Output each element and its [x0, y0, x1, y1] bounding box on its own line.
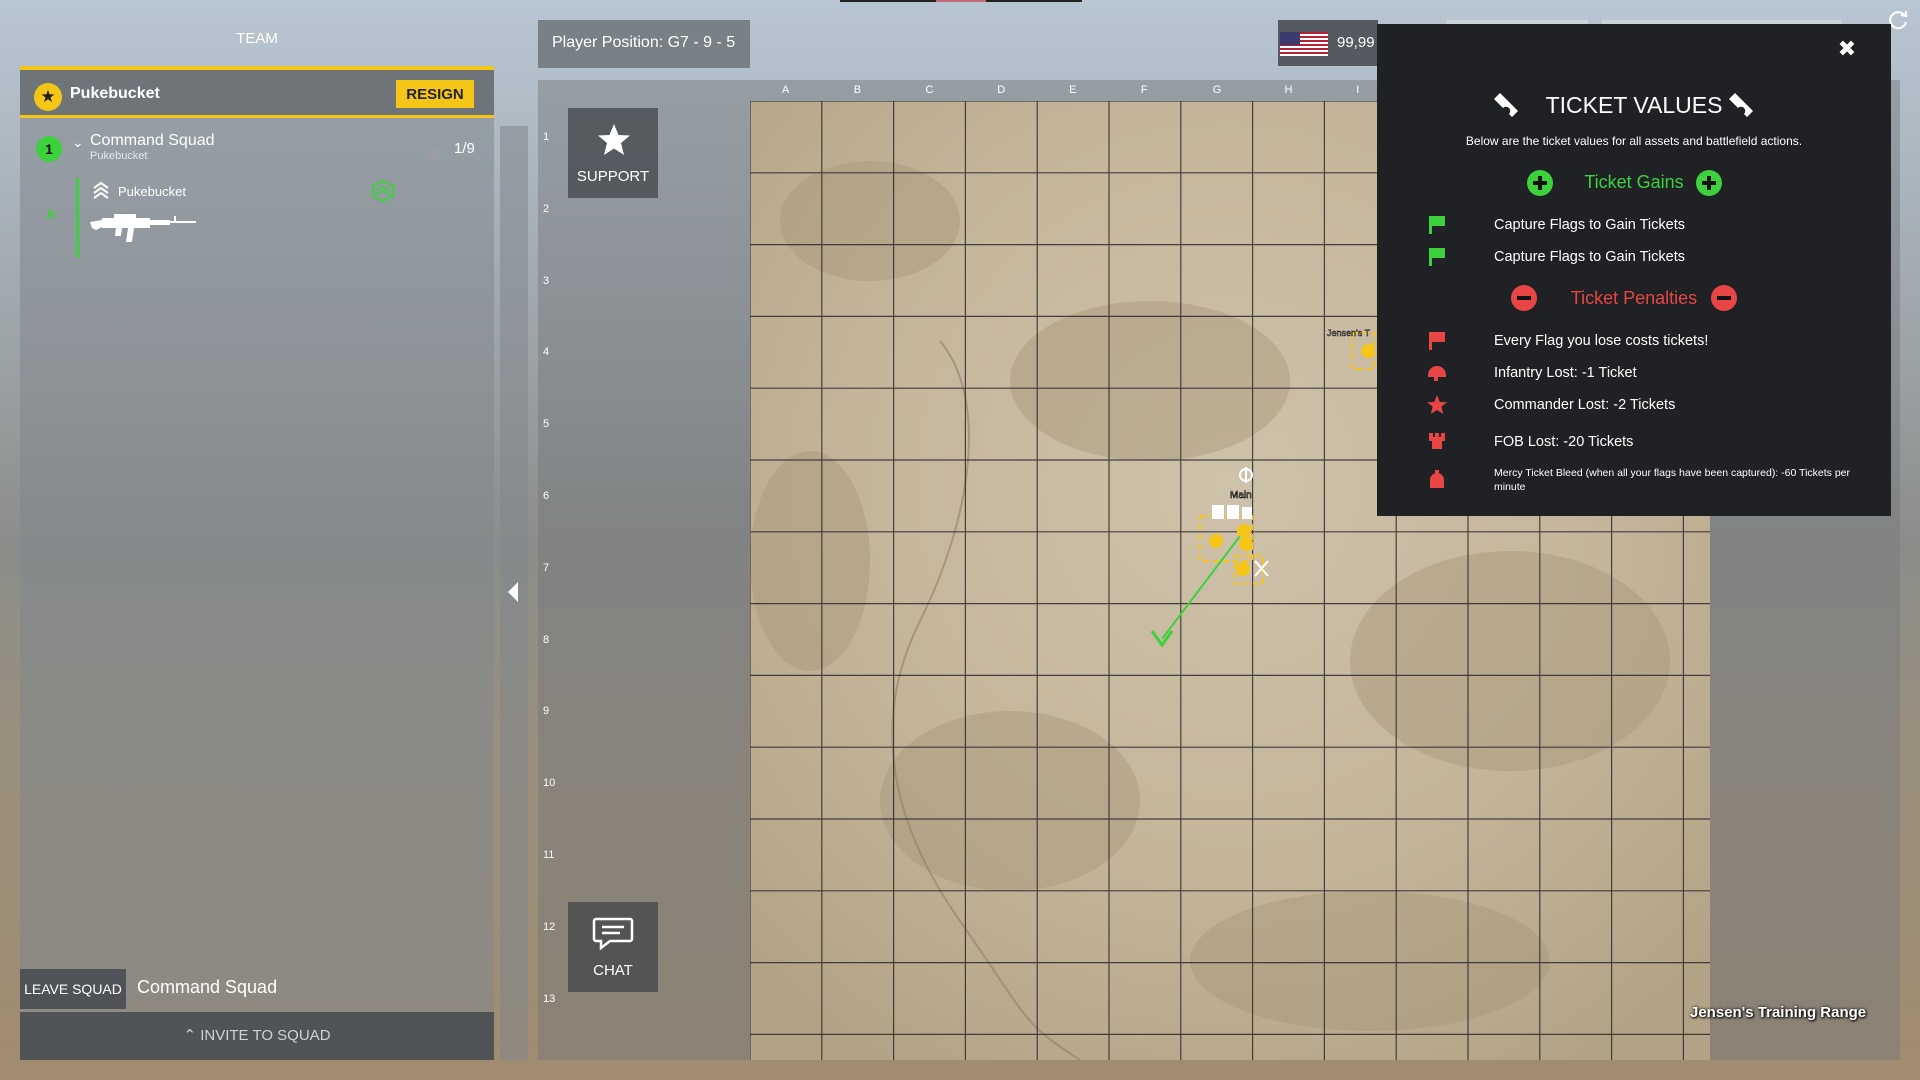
top-progress-accent — [936, 0, 986, 2]
chevron-down-icon[interactable]: ⌄ — [72, 134, 84, 151]
flag-icon — [1429, 216, 1445, 234]
squad-leader-role-icon — [372, 180, 394, 202]
map-row-label: 12 — [543, 920, 556, 933]
commander-star-icon: ★ — [34, 83, 62, 111]
minus-circle-icon — [1711, 285, 1737, 311]
team-tickets: 99,99 — [1337, 34, 1375, 51]
ticket-gains-title: Ticket Gains — [1584, 172, 1684, 192]
lock-icon[interactable] — [424, 138, 442, 162]
map-name: Jensen's Training Range — [1690, 1004, 1867, 1021]
player-position-box: Player Position: G7 - 9 - 5 — [538, 20, 750, 68]
map-row-label: 9 — [543, 705, 550, 718]
map-row-label: 2 — [543, 202, 550, 215]
penalty-item-text: Commander Lost: -2 Tickets — [1494, 397, 1676, 413]
resign-button[interactable]: RESIGN — [396, 80, 474, 108]
support-button[interactable]: SUPPORT — [568, 108, 658, 198]
ticket-values-title: TICKET VALUES — [1545, 92, 1723, 118]
map-row-label: 11 — [543, 849, 555, 861]
chat-icon — [592, 917, 634, 951]
fob-icon — [1429, 433, 1445, 449]
squad-name[interactable]: Command Squad — [90, 132, 215, 150]
map-row-label: 7 — [543, 561, 550, 574]
star-icon — [1427, 395, 1447, 414]
invite-to-squad-button[interactable]: ⌃ INVITE TO SQUAD — [20, 1012, 494, 1060]
member-name[interactable]: Pukebucket — [118, 184, 186, 199]
map-row-label: 3 — [543, 274, 550, 287]
star-icon — [598, 124, 630, 155]
map-column-label: B — [853, 84, 862, 96]
ticket-icon — [1729, 93, 1753, 117]
map-column-label: H — [1284, 84, 1293, 96]
ticket-values-description: Below are the ticket values for all asse… — [1465, 134, 1803, 148]
map-row-label: 1 — [543, 131, 550, 143]
leader-name: Pukebucket — [70, 85, 160, 102]
map-column-label: D — [997, 84, 1006, 96]
us-flag-icon — [1280, 32, 1328, 56]
leave-squad-button[interactable]: LEAVE SQUAD — [20, 969, 126, 1009]
map-row-label: 8 — [543, 633, 550, 646]
player-position-text: Player Position: G7 - 9 - 5 — [552, 34, 736, 51]
map-row-label: 5 — [543, 418, 550, 431]
flag-icon — [1429, 332, 1445, 350]
member-slot-label: A — [46, 206, 57, 222]
chevron-up-icon: ⌃ — [183, 1027, 201, 1044]
close-button[interactable]: ✖ — [1832, 36, 1862, 62]
gain-item-text: Capture Flags to Gain Tickets — [1494, 249, 1685, 265]
map-column-label: G — [1212, 84, 1222, 96]
ticket-penalties-title: Ticket Penalties — [1570, 288, 1698, 308]
member-selected-bar — [76, 178, 79, 258]
bleed-icon — [1430, 470, 1444, 488]
rank-chevron-icon — [93, 181, 109, 199]
squad-member-count: 1/9 — [454, 140, 475, 157]
squad-number-badge: 1 — [36, 136, 62, 162]
main-base-label: Main — [1230, 490, 1252, 501]
map-row-label: 13 — [543, 992, 556, 1005]
map-column-label: I — [1356, 84, 1360, 96]
penalty-item-text: Infantry Lost: -1 Ticket — [1494, 365, 1637, 381]
plus-circle-icon — [1696, 170, 1722, 196]
chat-button[interactable]: CHAT — [568, 902, 658, 992]
map-column-label: C — [925, 84, 934, 96]
map-column-label: A — [781, 84, 790, 96]
flag-icon — [1429, 248, 1445, 266]
map-row-label: 6 — [543, 490, 550, 502]
support-label: SUPPORT — [576, 168, 650, 185]
map-column-label: E — [1069, 84, 1077, 96]
chat-label: CHAT — [593, 962, 633, 979]
squad-leader-row: ★ Pukebucket RESIGN — [20, 66, 494, 118]
map-row-label: 4 — [543, 346, 550, 359]
jensen-marker-label: Jensen's T — [1327, 328, 1371, 338]
gain-item-text: Capture Flags to Gain Tickets — [1494, 217, 1685, 233]
team-header: TEAM — [236, 30, 278, 47]
map-column-label: F — [1140, 84, 1148, 96]
collapse-arrow-icon[interactable] — [508, 582, 518, 602]
team-panel: ★ Pukebucket RESIGN 1 ⌄ Command Squad Pu… — [20, 66, 494, 1060]
penalty-item-text: Mercy Ticket Bleed (when all your flags … — [1494, 467, 1851, 493]
invite-label: INVITE TO SQUAD — [200, 1027, 331, 1044]
penalty-item-text: FOB Lost: -20 Tickets — [1494, 434, 1634, 450]
squad-leader-name: Pukebucket — [90, 150, 148, 162]
penalty-item-text: Every Flag you lose costs tickets! — [1494, 333, 1709, 349]
current-squad-name: Command Squad — [137, 977, 278, 997]
rifle-icon — [90, 214, 196, 242]
map-row-label: 10 — [543, 777, 556, 790]
helmet-icon — [1428, 366, 1446, 381]
